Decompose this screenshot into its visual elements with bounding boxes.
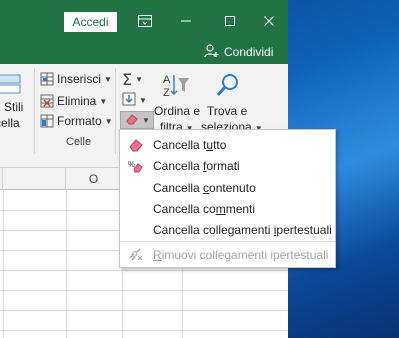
label-part: Cancella <box>153 159 204 173</box>
cell-styles-button[interactable]: Stili cella <box>0 68 30 134</box>
menu-item-label: Cancella contenuto <box>153 181 256 195</box>
format-cells-icon <box>40 114 54 128</box>
find-select-button[interactable]: Trova e seleziona▼ <box>199 70 263 136</box>
row-line <box>0 290 288 291</box>
menu-item-label: Cancella formati <box>153 159 240 173</box>
menu-item-clear-contents[interactable]: Cancella contenuto <box>120 177 335 199</box>
insert-cells-icon <box>40 72 54 86</box>
label-part: pertestuali <box>276 223 332 237</box>
label-part: Cancella t <box>153 138 207 152</box>
title-bar: Accedi <box>0 0 288 40</box>
signin-button[interactable]: Accedi <box>64 12 117 32</box>
eraser-icon <box>125 113 139 128</box>
eraser-icon <box>128 138 144 152</box>
insert-label: Inserisci <box>57 72 102 86</box>
row-line <box>0 270 288 271</box>
menu-separator <box>120 241 335 242</box>
cell-styles-label-1: Stili <box>4 100 24 114</box>
menu-item-label: Rimuovi collegamenti ipertestuali <box>153 248 328 262</box>
chevron-down-icon: ▼ <box>135 75 144 84</box>
ribbon-display-icon[interactable] <box>133 10 157 32</box>
menu-item-clear-hyperlinks[interactable]: Cancella collegamenti ipertestuali <box>120 219 335 241</box>
column-line <box>3 190 4 338</box>
cell-styles-label-2: cella <box>0 116 20 130</box>
menu-item-label: Cancella collegamenti ipertestuali <box>153 223 332 237</box>
clear-dropdown-menu: Cancella tutto % Cancella formati Cancel… <box>119 129 336 268</box>
menu-item-label: Cancella tutto <box>153 138 226 152</box>
clear-button[interactable]: ▼ <box>120 111 154 129</box>
delete-cells-icon <box>40 94 54 108</box>
delete-label: Elimina <box>57 94 97 108</box>
remove-hyperlink-icon <box>128 248 144 262</box>
autosum-button[interactable]: Σ ▼ <box>122 70 143 89</box>
label-part: Cancella <box>153 181 204 195</box>
format-label: Formato <box>57 114 102 128</box>
maximize-icon[interactable] <box>218 10 242 32</box>
chevron-down-icon: ▼ <box>104 74 112 84</box>
svg-text:%: % <box>128 160 135 169</box>
sort-filter-label-1: Ordina e <box>154 104 201 118</box>
menu-item-remove-hyperlinks[interactable]: Rimuovi collegamenti ipertestuali <box>120 244 335 266</box>
clear-formats-icon: % <box>128 159 144 173</box>
share-button[interactable]: Condividi <box>204 43 273 61</box>
menu-item-clear-formats[interactable]: % Cancella formati <box>120 155 335 177</box>
label-part: tto <box>213 138 227 152</box>
sort-filter-button[interactable]: AZ Ordina e filtra▼ <box>154 70 201 136</box>
label-part: imuovi collegamenti ipertestuali <box>161 248 329 262</box>
svg-text:A: A <box>163 74 171 86</box>
group-separator <box>115 68 116 154</box>
svg-text:Z: Z <box>163 87 170 98</box>
find-select-label-1: Trova e <box>207 104 248 118</box>
add-person-icon <box>204 43 220 61</box>
insert-cells-button[interactable]: Inserisci ▼ <box>40 72 112 86</box>
cell-styles-icon <box>0 74 24 99</box>
label-part: ormati <box>206 159 240 173</box>
label-part: Cancella collegamenti <box>153 223 274 237</box>
autosum-icon: Σ <box>122 70 133 89</box>
label-part: menti <box>225 202 256 216</box>
menu-item-label: Cancella commenti <box>153 202 255 216</box>
ribbon-tabs-bar: Condividi <box>0 40 288 64</box>
sort-filter-icon: AZ <box>162 72 190 101</box>
cells-group-label: Celle <box>66 136 92 148</box>
delete-cells-button[interactable]: Elimina ▼ <box>40 94 107 108</box>
fill-button[interactable]: ▼ <box>122 92 147 109</box>
access-key: m <box>215 202 226 216</box>
label-part: Cancella co <box>153 202 216 216</box>
close-icon[interactable] <box>257 10 281 32</box>
group-separator <box>34 68 35 154</box>
share-label: Condividi <box>224 45 274 59</box>
column-line <box>66 190 67 338</box>
chevron-down-icon: ▼ <box>99 96 108 106</box>
menu-item-clear-all[interactable]: Cancella tutto <box>120 134 335 156</box>
chevron-down-icon: ▼ <box>139 96 147 105</box>
row-line <box>0 310 288 311</box>
chevron-down-icon: ▼ <box>142 115 150 125</box>
access-key: R <box>153 248 162 262</box>
fill-down-icon <box>122 92 136 109</box>
chevron-down-icon: ▼ <box>104 116 113 126</box>
format-cells-button[interactable]: Formato ▼ <box>40 114 113 128</box>
row-line <box>0 330 288 331</box>
column-header-n[interactable] <box>3 168 66 190</box>
minimize-icon[interactable] <box>174 10 198 32</box>
label-part: ontenuto <box>209 181 256 195</box>
magnifier-icon <box>215 72 241 101</box>
column-header-o[interactable]: O <box>66 168 122 190</box>
menu-item-clear-comments[interactable]: Cancella commenti <box>120 198 335 220</box>
